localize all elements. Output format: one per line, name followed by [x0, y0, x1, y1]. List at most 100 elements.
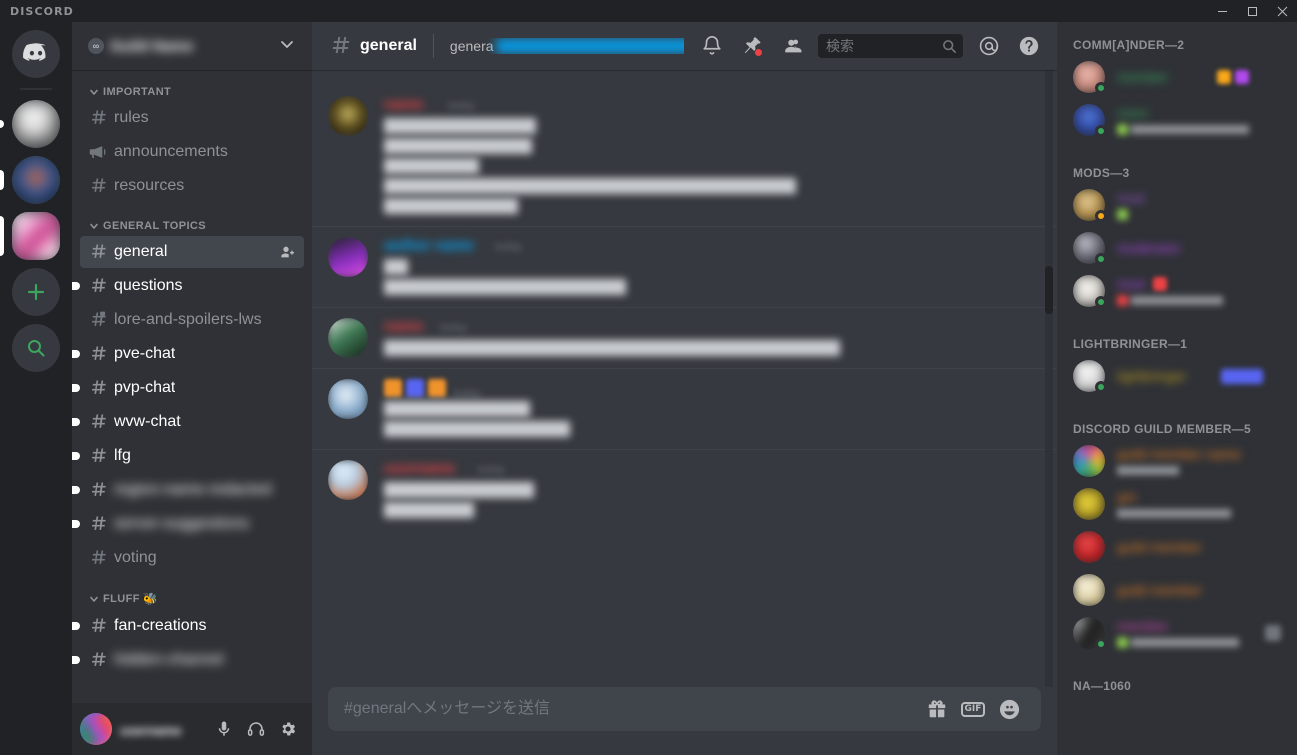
member-row[interactable]: member: [1065, 56, 1289, 98]
channel-rules[interactable]: rules: [80, 102, 304, 134]
server-icon-1[interactable]: [0, 100, 72, 148]
avatar[interactable]: [1073, 360, 1107, 393]
inbox-mentions-icon[interactable]: [969, 26, 1009, 66]
server-avatar-1[interactable]: [12, 100, 60, 148]
member-list[interactable]: COMM[A]NDER—2 member mem MODS—3 mod mode…: [1057, 22, 1297, 755]
channel-resources[interactable]: resources: [80, 170, 304, 202]
emoji-icon[interactable]: [993, 693, 1025, 725]
channel-topic-link-redacted[interactable]: [495, 38, 684, 54]
avatar[interactable]: [1073, 275, 1107, 308]
message-item[interactable]: name today: [312, 86, 1057, 224]
message-scrollbar[interactable]: [1045, 70, 1053, 687]
member-row[interactable]: member: [1065, 612, 1289, 654]
message-item[interactable]: username today: [312, 449, 1057, 528]
channel-voting[interactable]: voting: [80, 542, 304, 574]
chevron-down-icon[interactable]: [278, 35, 296, 58]
pin-icon[interactable]: [732, 26, 772, 66]
guild-header[interactable]: ∞ Guild Name: [72, 22, 312, 70]
channel-fan-creations[interactable]: fan-creations: [80, 610, 304, 642]
minimize-button[interactable]: [1207, 0, 1237, 22]
member-row[interactable]: guild member name: [1065, 440, 1289, 482]
avatar[interactable]: [80, 713, 112, 745]
member-row[interactable]: gm: [1065, 483, 1289, 525]
avatar[interactable]: [328, 379, 368, 419]
member-row[interactable]: guild member: [1065, 569, 1289, 611]
bell-icon[interactable]: [692, 26, 732, 66]
message-list[interactable]: name today author name today name today …: [312, 70, 1057, 687]
message-input[interactable]: [344, 689, 917, 729]
server-avatar-3[interactable]: [12, 212, 60, 260]
member-badge-icon: [1217, 70, 1231, 84]
channel-general[interactable]: general: [80, 236, 304, 268]
avatar[interactable]: [1073, 232, 1107, 265]
member-row[interactable]: moderator: [1065, 227, 1289, 269]
avatar[interactable]: [328, 460, 368, 500]
message-author[interactable]: username: [384, 460, 470, 477]
message-text-line: [384, 421, 570, 437]
avatar[interactable]: [1073, 574, 1105, 606]
avatar[interactable]: [1073, 445, 1105, 477]
add-server-button[interactable]: [0, 268, 72, 316]
message-author[interactable]: name: [384, 318, 432, 335]
search-input[interactable]: [826, 38, 942, 54]
server-icon-2[interactable]: [0, 156, 72, 204]
channel-wvw-chat[interactable]: wvw-chat: [80, 406, 304, 438]
avatar[interactable]: [328, 237, 368, 277]
avatar[interactable]: [1073, 617, 1107, 650]
composer-box[interactable]: GIF: [328, 687, 1041, 731]
channel-announcements[interactable]: announcements: [80, 136, 304, 168]
compass-search-icon[interactable]: [12, 324, 60, 372]
member-row[interactable]: lightbringer: [1065, 355, 1289, 397]
message-item[interactable]: today: [312, 368, 1057, 447]
gift-icon[interactable]: [921, 693, 953, 725]
avatar[interactable]: [1073, 104, 1107, 137]
member-row[interactable]: mod: [1065, 270, 1289, 312]
user-name: username: [120, 723, 182, 738]
avatar[interactable]: [1073, 61, 1107, 94]
message-item[interactable]: author name today: [312, 226, 1057, 305]
create-invite-icon[interactable]: [280, 244, 296, 260]
message-item[interactable]: name today: [312, 307, 1057, 366]
channel-redacted-1[interactable]: region-name-redacted: [80, 474, 304, 506]
avatar[interactable]: [328, 318, 368, 358]
search-box[interactable]: [818, 34, 963, 58]
close-button[interactable]: [1267, 0, 1297, 22]
channel-lfg[interactable]: lfg: [80, 440, 304, 472]
channel-questions[interactable]: questions: [80, 270, 304, 302]
server-avatar-2[interactable]: [12, 156, 60, 204]
avatar[interactable]: [1073, 189, 1107, 222]
avatar[interactable]: [328, 96, 368, 136]
category-general-topics[interactable]: GENERAL TOPICS: [72, 204, 312, 236]
message-author[interactable]: name: [384, 96, 440, 113]
category-important[interactable]: IMPORTANT: [72, 86, 312, 102]
channel-pve-chat[interactable]: pve-chat: [80, 338, 304, 370]
discord-home-icon[interactable]: [12, 30, 60, 78]
channel-redacted-2[interactable]: server-suggestions: [80, 508, 304, 540]
explore-servers-button[interactable]: [0, 324, 72, 372]
help-icon[interactable]: [1009, 26, 1049, 66]
server-icon-3[interactable]: [0, 212, 72, 260]
member-row[interactable]: guild member: [1065, 526, 1289, 568]
category-fluff[interactable]: FLUFF 🐝: [72, 576, 312, 610]
message-body: name today: [384, 318, 1041, 360]
gear-icon[interactable]: [272, 713, 304, 745]
deafen-headphones-icon[interactable]: [240, 713, 272, 745]
channel-list[interactable]: IMPORTANT rules announcements resources: [72, 70, 312, 703]
scrollbar-thumb[interactable]: [1045, 266, 1053, 314]
add-server-icon[interactable]: [12, 268, 60, 316]
avatar-image: [1073, 488, 1105, 520]
message-author[interactable]: author name: [384, 237, 487, 254]
channel-topic[interactable]: genera Try to stay on topic, anything el…: [450, 38, 684, 54]
avatar[interactable]: [1073, 488, 1105, 520]
maximize-button[interactable]: [1237, 0, 1267, 22]
avatar[interactable]: [1073, 531, 1105, 563]
mute-microphone-icon[interactable]: [208, 713, 240, 745]
member-row[interactable]: mem: [1065, 99, 1289, 141]
channel-lore-and-spoilers-lws[interactable]: lore-and-spoilers-lws: [80, 304, 304, 336]
members-icon[interactable]: [772, 26, 812, 66]
member-row[interactable]: mod: [1065, 184, 1289, 226]
channel-pvp-chat[interactable]: pvp-chat: [80, 372, 304, 404]
member-group-header: MODS—3: [1073, 166, 1130, 180]
channel-redacted-3[interactable]: hidden-channel: [80, 644, 304, 676]
gif-icon[interactable]: GIF: [957, 693, 989, 725]
